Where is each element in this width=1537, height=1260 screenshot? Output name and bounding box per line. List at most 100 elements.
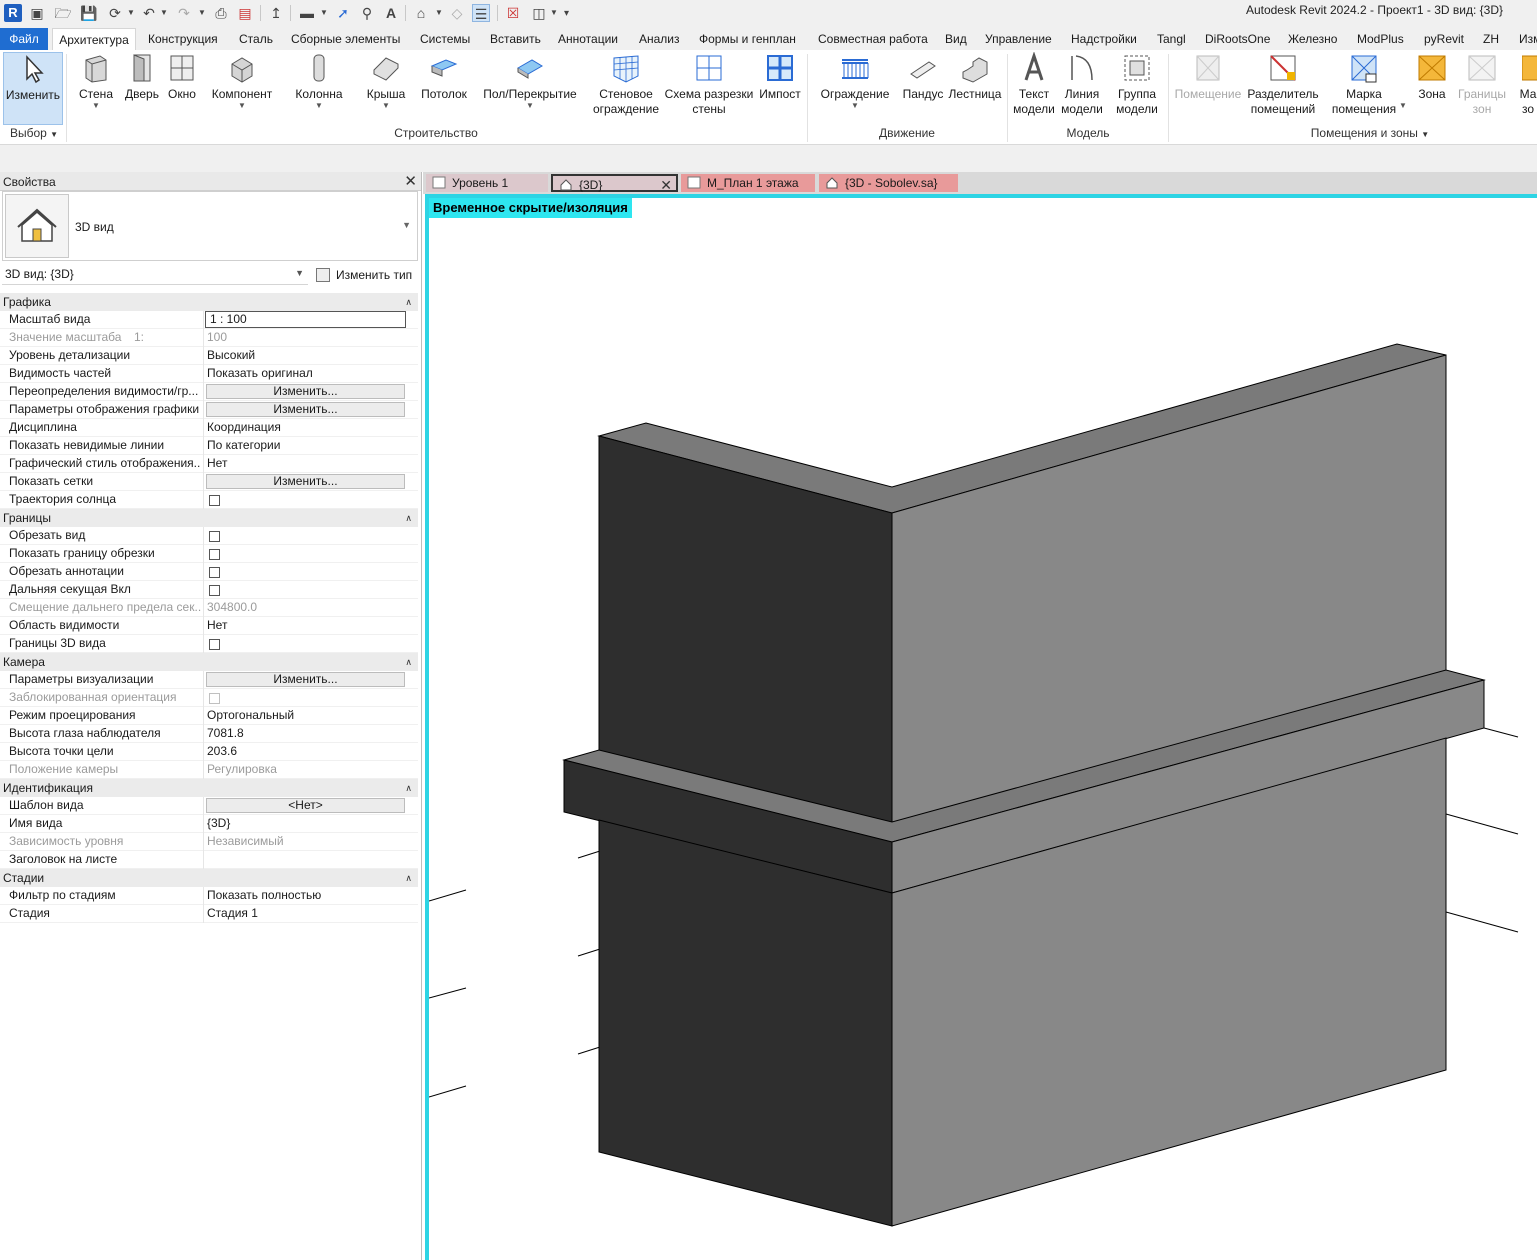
- tab-dirootsone[interactable]: DiRootsOne: [1205, 28, 1270, 50]
- roof-button[interactable]: Крыша ▼: [362, 52, 410, 110]
- property-value[interactable]: Показать оригинал: [207, 365, 407, 382]
- curtain-grid-button[interactable]: Схема разрезки стены: [664, 52, 754, 117]
- tab-annotate[interactable]: Аннотации: [558, 28, 618, 50]
- property-group-header[interactable]: Границы ∧: [0, 509, 418, 527]
- area-boundary-button[interactable]: Границы зон: [1456, 52, 1508, 117]
- tab-pyrevit[interactable]: pyRevit: [1424, 28, 1464, 50]
- room-tag-button[interactable]: Марка помещения: [1328, 52, 1400, 117]
- view-tab-3d-sobolev[interactable]: {3D - Sobolev.sa}: [819, 174, 958, 192]
- close-icon[interactable]: ✕: [404, 172, 417, 190]
- view-scale-input[interactable]: 1 : 100: [205, 311, 406, 328]
- mullion-button[interactable]: Импост: [756, 52, 804, 102]
- tab-steel[interactable]: Сталь: [239, 28, 273, 50]
- close-icon[interactable]: ✕: [660, 176, 672, 194]
- property-checkbox[interactable]: [209, 567, 220, 578]
- thin-lines-icon[interactable]: ☰: [472, 4, 490, 22]
- door-button[interactable]: Дверь: [123, 52, 161, 102]
- model-3d-view[interactable]: [429, 198, 1537, 1260]
- column-button[interactable]: Колонна ▼: [292, 52, 346, 110]
- view-tab-level1[interactable]: Уровень 1: [426, 174, 548, 192]
- tab-modify[interactable]: Изм: [1519, 28, 1537, 50]
- property-group-header[interactable]: Стадии ∧: [0, 869, 418, 887]
- open-icon[interactable]: 🗁: [54, 4, 72, 22]
- stair-button[interactable]: Лестница: [946, 52, 1004, 102]
- switch-windows-dropdown-icon[interactable]: ▼: [550, 8, 558, 17]
- floor-dropdown-icon[interactable]: ▼: [480, 102, 580, 110]
- sync-icon[interactable]: ⟳: [106, 4, 124, 22]
- tab-analyze[interactable]: Анализ: [639, 28, 680, 50]
- property-value[interactable]: Координация: [207, 419, 407, 436]
- property-checkbox[interactable]: [209, 495, 220, 506]
- ramp-button[interactable]: Пандус: [900, 52, 946, 102]
- tab-file[interactable]: Файл: [0, 28, 48, 50]
- column-dropdown-icon[interactable]: ▼: [292, 102, 346, 110]
- redo-icon[interactable]: ↷: [175, 4, 193, 22]
- property-group-header[interactable]: Камера ∧: [0, 653, 418, 671]
- railing-dropdown-icon[interactable]: ▼: [818, 102, 892, 110]
- property-checkbox[interactable]: [209, 531, 220, 542]
- property-checkbox[interactable]: [209, 549, 220, 560]
- redo-dropdown-icon[interactable]: ▼: [198, 8, 206, 17]
- measure-dropdown-icon[interactable]: ▼: [320, 8, 328, 17]
- curtain-system-button[interactable]: Стеновое ограждение: [592, 52, 660, 117]
- tab-insert[interactable]: Вставить: [490, 28, 541, 50]
- panel-select[interactable]: Выбор ▼: [8, 126, 60, 140]
- property-value[interactable]: Высокий: [207, 347, 407, 364]
- undo-icon[interactable]: ↶: [140, 4, 158, 22]
- area-tag-button[interactable]: Ма зо: [1516, 52, 1537, 117]
- collapse-icon[interactable]: ∧: [405, 293, 412, 311]
- property-group-header[interactable]: Идентификация ∧: [0, 779, 418, 797]
- component-dropdown-icon[interactable]: ▼: [209, 102, 275, 110]
- panel-rooms[interactable]: Помещения и зоны ▼: [1300, 126, 1440, 140]
- room-button[interactable]: Помещение: [1172, 52, 1244, 102]
- model-line-button[interactable]: Линия модели: [1058, 52, 1106, 117]
- tab-addins[interactable]: Надстройки: [1071, 28, 1137, 50]
- instance-filter-dropdown[interactable]: 3D вид: {3D} ▼: [2, 265, 308, 285]
- railing-button[interactable]: Ограждение ▼: [818, 52, 892, 110]
- tag-all-icon[interactable]: ⚲: [358, 4, 376, 22]
- tab-zhelezno[interactable]: Железно: [1288, 28, 1337, 50]
- property-group-header[interactable]: Графика ∧: [0, 293, 418, 311]
- wall-dropdown-icon[interactable]: ▼: [76, 102, 116, 110]
- new-file-icon[interactable]: ▣: [28, 4, 46, 22]
- customize-icon[interactable]: ▾: [564, 8, 569, 19]
- 3d-view-icon[interactable]: ⌂: [412, 4, 430, 22]
- collapse-icon[interactable]: ∧: [405, 869, 412, 887]
- property-checkbox[interactable]: [209, 639, 220, 650]
- collapse-icon[interactable]: ∧: [405, 779, 412, 797]
- switch-windows-icon[interactable]: ◫: [530, 4, 548, 22]
- ceiling-button[interactable]: Потолок: [418, 52, 470, 102]
- room-separator-button[interactable]: Разделитель помещений: [1246, 52, 1320, 117]
- sheet-icon[interactable]: ▤: [236, 4, 254, 22]
- undo-dropdown-icon[interactable]: ▼: [160, 8, 168, 17]
- window-button[interactable]: Окно: [164, 52, 200, 102]
- revit-logo-icon[interactable]: R: [4, 4, 22, 22]
- property-edit-button[interactable]: Изменить...: [206, 672, 405, 687]
- property-value[interactable]: 203.6: [207, 743, 407, 760]
- print-icon[interactable]: ⎙: [212, 4, 230, 22]
- area-button[interactable]: Зона: [1412, 52, 1452, 102]
- property-edit-button[interactable]: Изменить...: [206, 384, 405, 399]
- property-value[interactable]: Нет: [207, 617, 407, 634]
- property-edit-button[interactable]: Изменить...: [206, 402, 405, 417]
- chevron-down-icon[interactable]: ▼: [402, 220, 411, 230]
- tab-modplus[interactable]: ModPlus: [1357, 28, 1404, 50]
- tab-systems[interactable]: Системы: [420, 28, 470, 50]
- property-value[interactable]: По категории: [207, 437, 407, 454]
- tab-precast[interactable]: Сборные элементы: [291, 28, 400, 50]
- tag-icon[interactable]: ➚: [334, 4, 352, 22]
- tab-zh[interactable]: ZH: [1483, 28, 1499, 50]
- save-icon[interactable]: 💾: [80, 4, 98, 22]
- close-hidden-icon[interactable]: ☒: [504, 4, 522, 22]
- room-tag-dropdown-icon[interactable]: ▼: [1399, 102, 1407, 110]
- tab-collaborate[interactable]: Совместная работа: [818, 28, 928, 50]
- section-icon[interactable]: ◇: [448, 4, 466, 22]
- property-edit-button[interactable]: <Нет>: [206, 798, 405, 813]
- roof-dropdown-icon[interactable]: ▼: [362, 102, 410, 110]
- property-value[interactable]: 7081.8: [207, 725, 407, 742]
- sync-dropdown-icon[interactable]: ▼: [127, 8, 135, 17]
- property-checkbox[interactable]: [209, 585, 220, 596]
- tab-view[interactable]: Вид: [945, 28, 967, 50]
- edit-type-button[interactable]: Изменить тип: [314, 265, 412, 285]
- model-group-button[interactable]: Группа модели: [1112, 52, 1162, 117]
